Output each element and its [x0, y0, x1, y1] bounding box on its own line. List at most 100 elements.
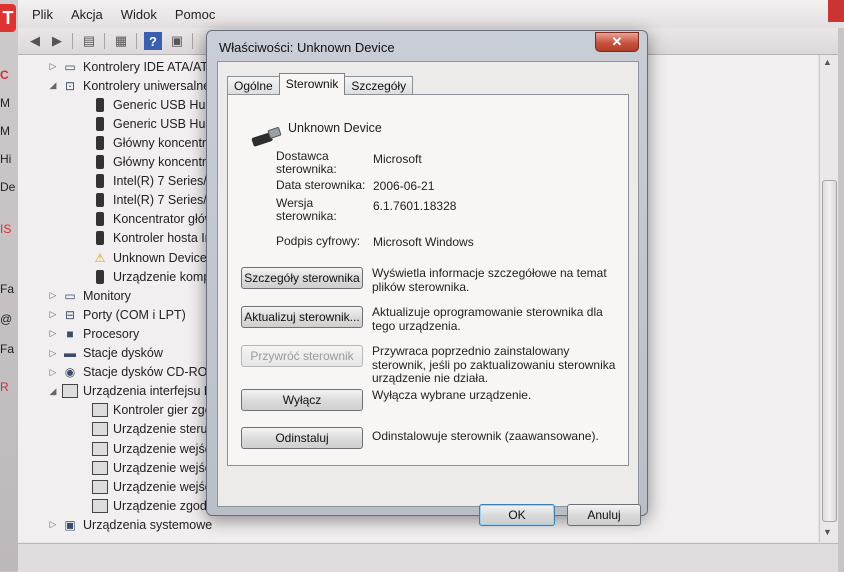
hid-icon [92, 421, 108, 437]
tree-node[interactable]: ◢ Urządzenia interfejsu HID [48, 382, 225, 401]
expand-arrow-icon[interactable]: ▷ [48, 519, 58, 530]
side-text-7: @ [0, 312, 13, 326]
side-text-5: IS [0, 222, 12, 236]
dialog-body: Ogólne Sterownik Szczegóły Unknown Devic… [217, 61, 641, 526]
hid-icon [92, 479, 108, 495]
usb-icon [92, 269, 108, 285]
vertical-scrollbar[interactable]: ▲ ▼ [819, 55, 838, 542]
scroll-down-icon[interactable]: ▼ [823, 527, 832, 537]
expand-arrow-icon[interactable]: ▷ [48, 348, 58, 359]
tab-general[interactable]: Ogólne [227, 76, 280, 95]
tree-node[interactable]: Generic USB Hub [78, 95, 212, 114]
toolbar-separator [104, 33, 105, 49]
window-close-icon[interactable] [828, 0, 844, 22]
tree-node-label: Procesory [83, 326, 140, 341]
usb-icon [92, 135, 108, 151]
help-icon[interactable]: ? [144, 32, 162, 50]
side-text-2: M [0, 124, 10, 138]
tree-node-label: Monitory [83, 288, 131, 303]
status-bar [18, 543, 838, 572]
usb-icon [92, 173, 108, 189]
driver-details-button[interactable]: Szczegóły sterownika [241, 267, 363, 289]
side-text-1: M [0, 96, 10, 110]
tree-node[interactable]: Kontroler hosta Intel [78, 229, 225, 248]
uninstall-description: Odinstalowuje sterownik (zaawansowane). [372, 429, 599, 443]
tree-node[interactable]: ▷ ▬ Stacje dysków [48, 344, 163, 363]
tree-node[interactable]: ▷ ⊟ Porty (COM i LPT) [48, 305, 186, 324]
tree-node-label: Generic USB Hub [113, 116, 213, 131]
tree-node-label: Unknown Device [113, 250, 207, 265]
expand-arrow-icon[interactable]: ▷ [48, 367, 58, 378]
menu-view[interactable]: Widok [121, 7, 157, 22]
driver-provider-value: Microsoft [373, 152, 422, 166]
tab-driver[interactable]: Sterownik [278, 73, 346, 95]
usb-icon [92, 211, 108, 227]
cdrom-icon: ◉ [64, 365, 76, 380]
side-text-9: R [0, 380, 9, 394]
properties-dialog: Właściwości: Unknown Device ✕ Ogólne Ste… [206, 30, 648, 526]
driver-tab-page: Unknown Device Dostawca sterownika: Micr… [227, 94, 629, 466]
usb-icon [92, 154, 108, 170]
usb-icon [92, 192, 108, 208]
usb-icon [92, 97, 108, 113]
close-icon[interactable]: ✕ [595, 32, 639, 52]
hid-icon [92, 441, 108, 457]
tree-node[interactable]: ⚠ Unknown Device [78, 248, 207, 267]
ok-button[interactable]: OK [479, 504, 555, 526]
tab-details[interactable]: Szczegóły [344, 76, 414, 95]
background-app-strip: T C M M Hi De IS Fa @ Fa R [0, 0, 18, 571]
back-icon[interactable]: ◀ [26, 32, 44, 50]
menu-help[interactable]: Pomoc [175, 7, 215, 22]
tree-node-label: Generic USB Hub [113, 97, 213, 112]
tree-node-label: Urządzenia systemowe [83, 517, 213, 532]
up-level-icon[interactable]: ▤ [80, 32, 98, 50]
device-name: Unknown Device [288, 121, 382, 135]
scroll-thumb[interactable] [822, 180, 837, 522]
menu-bar: Plik Akcja Widok Pomoc [18, 0, 844, 28]
app-logo: T [0, 4, 16, 32]
usb-controller-icon: ⊡ [64, 78, 76, 93]
rollback-driver-button[interactable]: Przywróć sterownik [241, 345, 363, 367]
view-icon[interactable]: ▣ [168, 32, 186, 50]
driver-provider-label: Dostawca sterownika: [276, 149, 337, 176]
hid-icon [92, 460, 108, 476]
expand-arrow-icon[interactable]: ▷ [48, 61, 58, 72]
expand-arrow-icon[interactable]: ▷ [48, 309, 58, 320]
usb-icon [92, 230, 108, 246]
cancel-button[interactable]: Anuluj [567, 504, 641, 526]
tree-node-label: Porty (COM i LPT) [83, 307, 186, 322]
port-icon: ⊟ [64, 307, 76, 322]
driver-date-value: 2006-06-21 [373, 179, 435, 193]
toolbar-separator [136, 33, 137, 49]
update-driver-description: Aktualizuje oprogramowanie sterownika dl… [372, 305, 603, 333]
hid-icon [92, 498, 108, 514]
tree-node[interactable]: ▷ ▣ Urządzenia systemowe [48, 515, 213, 534]
monitor-icon: ▭ [64, 288, 76, 303]
forward-icon[interactable]: ▶ [48, 32, 66, 50]
rollback-driver-description: Przywraca poprzednio zainstalowany stero… [372, 344, 616, 385]
side-text-6: Fa [0, 282, 15, 296]
expand-arrow-icon[interactable]: ▷ [48, 328, 58, 339]
expand-arrow-icon[interactable]: ◢ [48, 386, 58, 397]
menu-action[interactable]: Akcja [71, 7, 103, 22]
tree-node[interactable]: ▷ ▭ Monitory [48, 286, 131, 305]
tree-node[interactable]: Generic USB Hub [78, 114, 212, 133]
uninstall-button[interactable]: Odinstaluj [241, 427, 363, 449]
disk-icon: ▬ [64, 346, 76, 360]
disable-device-description: Wyłącza wybrane urządzenie. [372, 388, 532, 402]
expand-arrow-icon[interactable]: ◢ [48, 80, 58, 91]
side-text-8: Fa [0, 342, 15, 356]
digital-signer-label: Podpis cyfrowy: [276, 234, 361, 248]
disable-device-button[interactable]: Wyłącz [241, 389, 363, 411]
processor-icon: ■ [66, 326, 74, 341]
properties-icon[interactable]: ▦ [112, 32, 130, 50]
scroll-up-icon[interactable]: ▲ [823, 57, 832, 67]
expand-arrow-icon[interactable]: ▷ [48, 290, 58, 301]
update-driver-button[interactable]: Aktualizuj sterownik... [241, 306, 363, 328]
warning-icon: ⚠ [94, 250, 106, 265]
tree-node[interactable]: ▷ ▭ Kontrolery IDE ATA/ATAPI [48, 57, 228, 76]
dialog-title: Właściwości: Unknown Device [219, 40, 395, 55]
menu-file[interactable]: Plik [32, 7, 53, 22]
system-icon: ▣ [64, 517, 76, 532]
tree-node[interactable]: ▷ ■ Procesory [48, 324, 140, 343]
